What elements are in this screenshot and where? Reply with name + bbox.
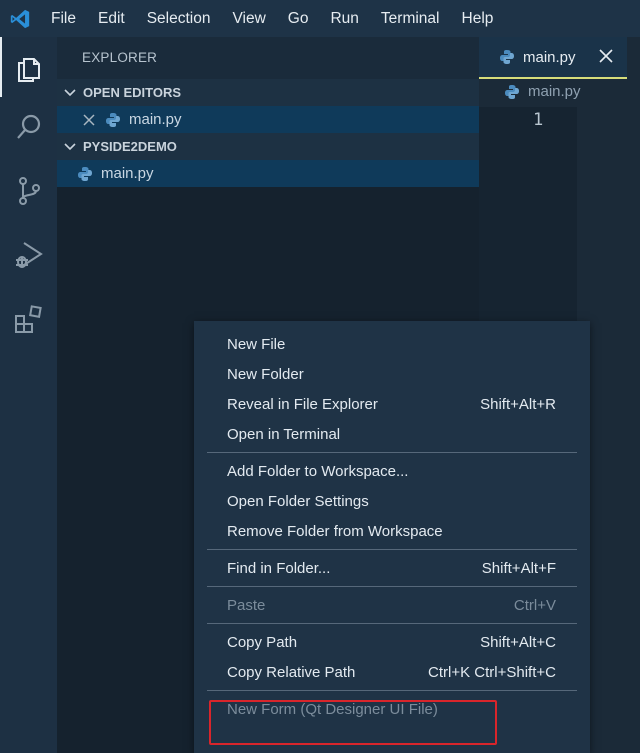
menu-run[interactable]: Run (319, 0, 369, 37)
menu-separator (207, 452, 577, 453)
menu-file[interactable]: File (40, 0, 87, 37)
menu-separator (207, 549, 577, 550)
search-icon[interactable] (0, 97, 57, 157)
tab-main-py[interactable]: main.py (479, 37, 627, 79)
menu-bar: File Edit Selection View Go Run Terminal Help (40, 0, 504, 37)
menu-item-label: Reveal in File Explorer (227, 395, 378, 413)
menu-item-label: Add Folder to Workspace... (227, 462, 409, 480)
open-editor-item[interactable]: main.py (57, 106, 479, 133)
menu-item-label: Find in Folder... (227, 559, 331, 577)
source-control-icon[interactable] (0, 161, 57, 221)
close-icon[interactable] (83, 113, 95, 126)
menu-edit[interactable]: Edit (87, 0, 136, 37)
menu-item-label: Copy Relative Path (227, 663, 356, 681)
menu-item-label: New Folder (227, 365, 304, 383)
menu-item-label: Open Folder Settings (227, 492, 369, 510)
breadcrumb[interactable]: main.py (504, 83, 581, 100)
menu-item-open-folder-settings[interactable]: Open Folder Settings (194, 486, 590, 516)
tab-strip-empty (627, 37, 640, 79)
open-editors-header[interactable]: OPEN EDITORS (57, 79, 479, 106)
line-number: 1 (533, 110, 544, 130)
menu-item-new-folder[interactable]: New Folder (194, 359, 590, 389)
menu-item-shortcut: Shift+Alt+R (480, 395, 556, 413)
chevron-down-icon (64, 142, 76, 150)
menu-view[interactable]: View (221, 0, 276, 37)
menu-item-shortcut: Ctrl+K Ctrl+Shift+C (428, 663, 556, 681)
python-file-icon (78, 166, 92, 181)
sidebar-title: EXPLORER (57, 37, 479, 79)
menu-help[interactable]: Help (451, 0, 505, 37)
menu-item-label: Open in Terminal (227, 425, 341, 443)
menu-item-shortcut: Shift+Alt+C (480, 633, 556, 651)
menu-item-copy-relative-path[interactable]: Copy Relative Path Ctrl+K Ctrl+Shift+C (194, 657, 590, 687)
menu-item-shortcut: Ctrl+V (513, 596, 556, 614)
folder-filename: main.py (101, 165, 154, 182)
breadcrumb-label: main.py (528, 83, 581, 100)
extensions-icon[interactable] (0, 289, 57, 349)
python-file-icon (106, 112, 120, 127)
menu-item-copy-path[interactable]: Copy Path Shift+Alt+C (194, 627, 590, 657)
menu-item-label: Remove Folder from Workspace (227, 522, 443, 540)
menu-item-open-in-terminal[interactable]: Open in Terminal (194, 419, 590, 449)
menu-separator (207, 623, 577, 624)
open-editors-label: OPEN EDITORS (83, 85, 182, 100)
menu-item-shortcut: Shift+Alt+F (481, 559, 556, 577)
menu-item-find-in-folder[interactable]: Find in Folder... Shift+Alt+F (194, 553, 590, 583)
chevron-down-icon (64, 88, 76, 96)
active-indicator (0, 37, 2, 97)
menu-separator (207, 586, 577, 587)
python-file-icon (500, 50, 514, 64)
menu-item-label: New File (227, 335, 286, 353)
menu-item-new-file[interactable]: New File (194, 329, 590, 359)
menu-item-label: Paste (227, 596, 266, 614)
menu-terminal[interactable]: Terminal (370, 0, 451, 37)
menu-item-remove-folder-from-workspace[interactable]: Remove Folder from Workspace (194, 516, 590, 546)
run-debug-icon[interactable] (0, 225, 57, 285)
close-icon[interactable] (599, 49, 613, 63)
activity-bar (0, 37, 57, 753)
vscode-logo-icon (0, 0, 40, 37)
menu-item-add-folder-to-workspace[interactable]: Add Folder to Workspace... (194, 456, 590, 486)
folder-header[interactable]: PYSIDE2DEMO (57, 133, 479, 160)
folder-file-item[interactable]: main.py (57, 160, 479, 187)
open-editor-filename: main.py (129, 111, 182, 128)
explorer-icon[interactable] (0, 37, 57, 97)
context-menu: New File New Folder Reveal in File Explore… (194, 321, 590, 753)
highlight-box (209, 700, 497, 745)
tab-label: main.py (523, 48, 576, 66)
menu-item-reveal-in-file-explorer[interactable]: Reveal in File Explorer Shift+Alt+R (194, 389, 590, 419)
editor-gutter (479, 107, 577, 357)
menu-item-label: Copy Path (227, 633, 298, 651)
folder-label: PYSIDE2DEMO (83, 139, 177, 154)
menu-separator (207, 690, 577, 691)
title-bar: File Edit Selection View Go Run Terminal Help (0, 0, 640, 37)
python-file-icon (505, 84, 519, 99)
menu-selection[interactable]: Selection (136, 0, 222, 37)
menu-item-paste: Paste Ctrl+V (194, 590, 590, 620)
menu-go[interactable]: Go (277, 0, 320, 37)
